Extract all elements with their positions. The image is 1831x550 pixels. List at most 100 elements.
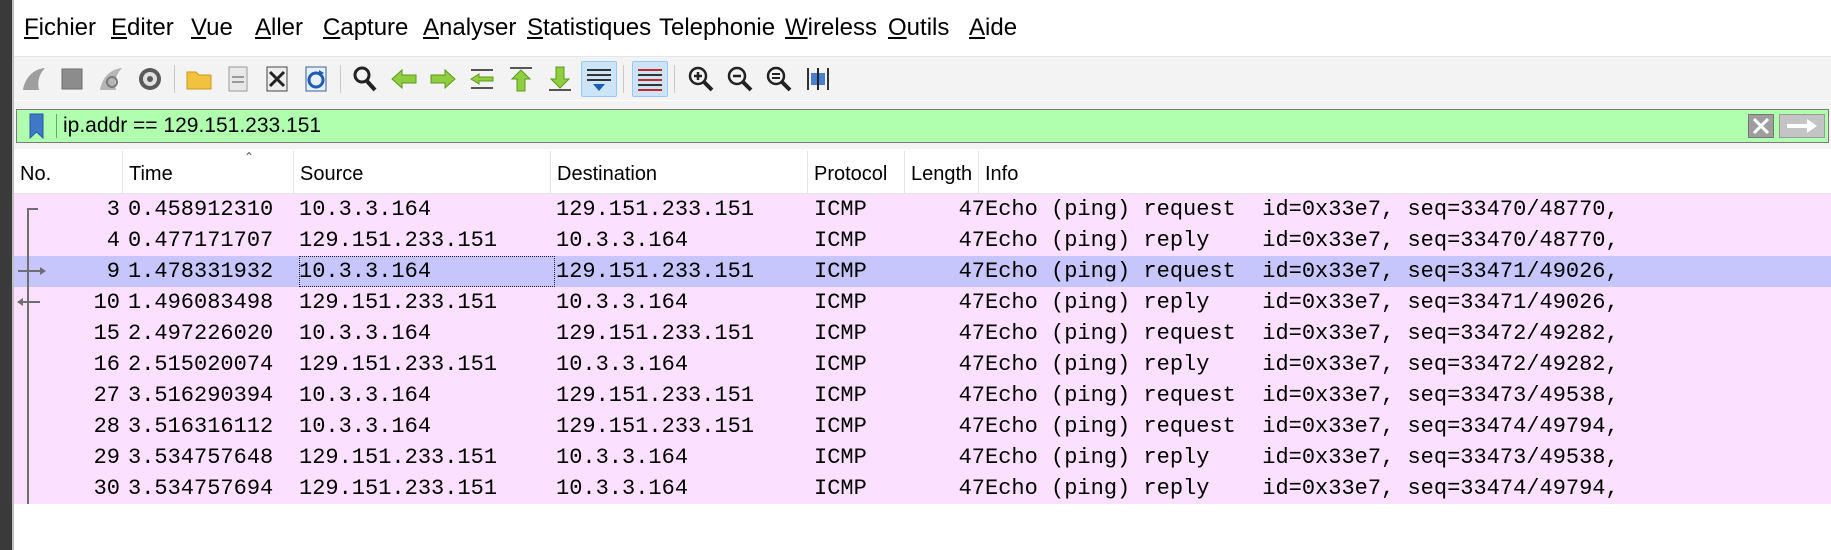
display-filter-bar	[14, 101, 1831, 149]
menu-aide[interactable]: Aide	[969, 12, 1017, 44]
last-packet-icon[interactable]	[542, 61, 578, 97]
zoom-out-icon[interactable]	[722, 61, 758, 97]
menu-wireless[interactable]: Wireless	[785, 12, 877, 44]
column-header-length[interactable]: Length	[905, 151, 979, 193]
cell-length: 47	[958, 445, 985, 470]
packet-row[interactable]: 29 3.534757648 129.151.233.151 10.3.3.16…	[14, 442, 1831, 473]
colorize-icon[interactable]	[632, 61, 668, 97]
autoscroll-icon[interactable]	[581, 61, 617, 97]
column-header-source[interactable]: Source	[294, 151, 551, 193]
cell-info: Echo (ping) reply id=0x33e7, seq=33472/4…	[985, 352, 1619, 377]
column-header-protocol[interactable]: Protocol	[808, 151, 905, 193]
cell-time: 1.496083498	[128, 290, 274, 315]
menu-statistiques[interactable]: Statistiques	[527, 12, 651, 44]
packet-row[interactable]: 30 3.534757694 129.151.233.151 10.3.3.16…	[14, 473, 1831, 504]
cell-info: Echo (ping) request id=0x33e7, seq=33473…	[985, 383, 1619, 408]
cell-info: Echo (ping) reply id=0x33e7, seq=33470/4…	[985, 228, 1619, 253]
apply-filter-arrow-icon[interactable]	[1779, 114, 1825, 138]
stop-square-icon[interactable]	[54, 61, 90, 97]
column-header-info[interactable]: Info	[979, 151, 1831, 193]
shark-fin-start-icon[interactable]	[16, 61, 52, 97]
go-back-arrow-icon[interactable]	[386, 61, 422, 97]
menu-bar: Fichier Editer Vue Aller Capture Analyse…	[14, 0, 1831, 56]
cell-length: 47	[958, 228, 985, 253]
cell-time: 1.478331932	[128, 259, 274, 284]
file-save-icon[interactable]	[220, 61, 256, 97]
cell-info: Echo (ping) reply id=0x33e7, seq=33473/4…	[985, 445, 1619, 470]
cell-info: Echo (ping) reply id=0x33e7, seq=33474/4…	[985, 476, 1619, 501]
cell-length: 47	[958, 476, 985, 501]
zoom-in-icon[interactable]	[683, 61, 719, 97]
cell-source: 10.3.3.164	[299, 414, 432, 439]
cell-time: 0.458912310	[128, 197, 274, 222]
resize-columns-icon[interactable]	[800, 61, 836, 97]
cell-protocol: ICMP	[814, 383, 867, 408]
cell-time: 2.497226020	[128, 321, 274, 346]
packet-row[interactable]: 4 0.477171707 129.151.233.151 10.3.3.164…	[14, 225, 1831, 256]
column-header-destination[interactable]: Destination	[551, 151, 808, 193]
go-forward-arrow-icon[interactable]	[425, 61, 461, 97]
cell-time: 3.534757694	[128, 476, 274, 501]
cell-no: 30	[93, 476, 120, 501]
folder-open-icon[interactable]	[181, 61, 217, 97]
cell-protocol: ICMP	[814, 414, 867, 439]
menu-capture[interactable]: Capture	[323, 12, 408, 44]
cell-no: 16	[93, 352, 120, 377]
packet-row[interactable]: 10 1.496083498 129.151.233.151 10.3.3.16…	[14, 287, 1831, 318]
packet-row-selected[interactable]: 9 1.478331932 10.3.3.164 129.151.233.151…	[14, 256, 1831, 287]
cell-protocol: ICMP	[814, 321, 867, 346]
zoom-normal-icon[interactable]	[761, 61, 797, 97]
menu-aller[interactable]: Aller	[255, 12, 303, 44]
reload-icon[interactable]	[298, 61, 334, 97]
toolbar-separator	[340, 65, 341, 93]
packet-rows: 3 0.458912310 10.3.3.164 129.151.233.151…	[14, 194, 1831, 504]
cell-info: Echo (ping) request id=0x33e7, seq=33474…	[985, 414, 1619, 439]
cell-time: 3.516316112	[128, 414, 274, 439]
cell-protocol: ICMP	[814, 259, 867, 284]
cell-length: 47	[958, 321, 985, 346]
toolbar-separator	[174, 65, 175, 93]
clear-filter-icon[interactable]	[1748, 114, 1774, 138]
cell-destination: 10.3.3.164	[556, 476, 689, 501]
first-packet-icon[interactable]	[503, 61, 539, 97]
packet-row[interactable]: 28 3.516316112 10.3.3.164 129.151.233.15…	[14, 411, 1831, 442]
sort-ascending-icon: ⌃	[244, 150, 255, 164]
packet-row[interactable]: 3 0.458912310 10.3.3.164 129.151.233.151…	[14, 194, 1831, 225]
cell-destination: 10.3.3.164	[556, 445, 689, 470]
cell-length: 47	[958, 352, 985, 377]
cell-source: 129.151.233.151	[299, 476, 498, 501]
menu-vue[interactable]: Vue	[191, 12, 233, 44]
cell-destination: 129.151.233.151	[556, 259, 755, 284]
menu-outils[interactable]: Outils	[888, 12, 949, 44]
cell-info: Echo (ping) reply id=0x33e7, seq=33471/4…	[985, 290, 1619, 315]
menu-telephonie[interactable]: Telephonie	[659, 12, 775, 44]
display-filter-input[interactable]	[63, 111, 1753, 141]
filter-separator	[56, 114, 57, 138]
cell-no: 10	[93, 290, 120, 315]
bookmark-icon[interactable]	[21, 113, 53, 140]
cell-info: Echo (ping) request id=0x33e7, seq=33472…	[985, 321, 1619, 346]
menu-analyser[interactable]: Analyser	[423, 12, 516, 44]
find-magnifier-icon[interactable]	[347, 61, 383, 97]
cell-destination: 129.151.233.151	[556, 383, 755, 408]
cell-info: Echo (ping) request id=0x33e7, seq=33471…	[985, 259, 1619, 284]
shark-fin-restart-icon[interactable]	[93, 61, 129, 97]
packet-list-header: No. Time ⌃ Source Destination Protocol L…	[14, 151, 1831, 194]
menu-fichier[interactable]: Fichier	[24, 12, 96, 44]
cell-destination: 129.151.233.151	[556, 321, 755, 346]
go-to-packet-icon[interactable]	[464, 61, 500, 97]
cell-source: 129.151.233.151	[299, 290, 498, 315]
cell-time: 2.515020074	[128, 352, 274, 377]
packet-row[interactable]: 27 3.516290394 10.3.3.164 129.151.233.15…	[14, 380, 1831, 411]
column-header-no[interactable]: No.	[14, 151, 123, 193]
packet-row[interactable]: 15 2.497226020 10.3.3.164 129.151.233.15…	[14, 318, 1831, 349]
menu-editer[interactable]: Editer	[111, 12, 174, 44]
cell-length: 47	[958, 290, 985, 315]
cell-source: 10.3.3.164	[299, 383, 432, 408]
column-header-time[interactable]: Time	[123, 151, 294, 193]
gear-options-icon[interactable]	[132, 61, 168, 97]
file-close-icon[interactable]	[259, 61, 295, 97]
packet-row[interactable]: 16 2.515020074 129.151.233.151 10.3.3.16…	[14, 349, 1831, 380]
cell-no: 15	[93, 321, 120, 346]
cell-length: 47	[958, 414, 985, 439]
